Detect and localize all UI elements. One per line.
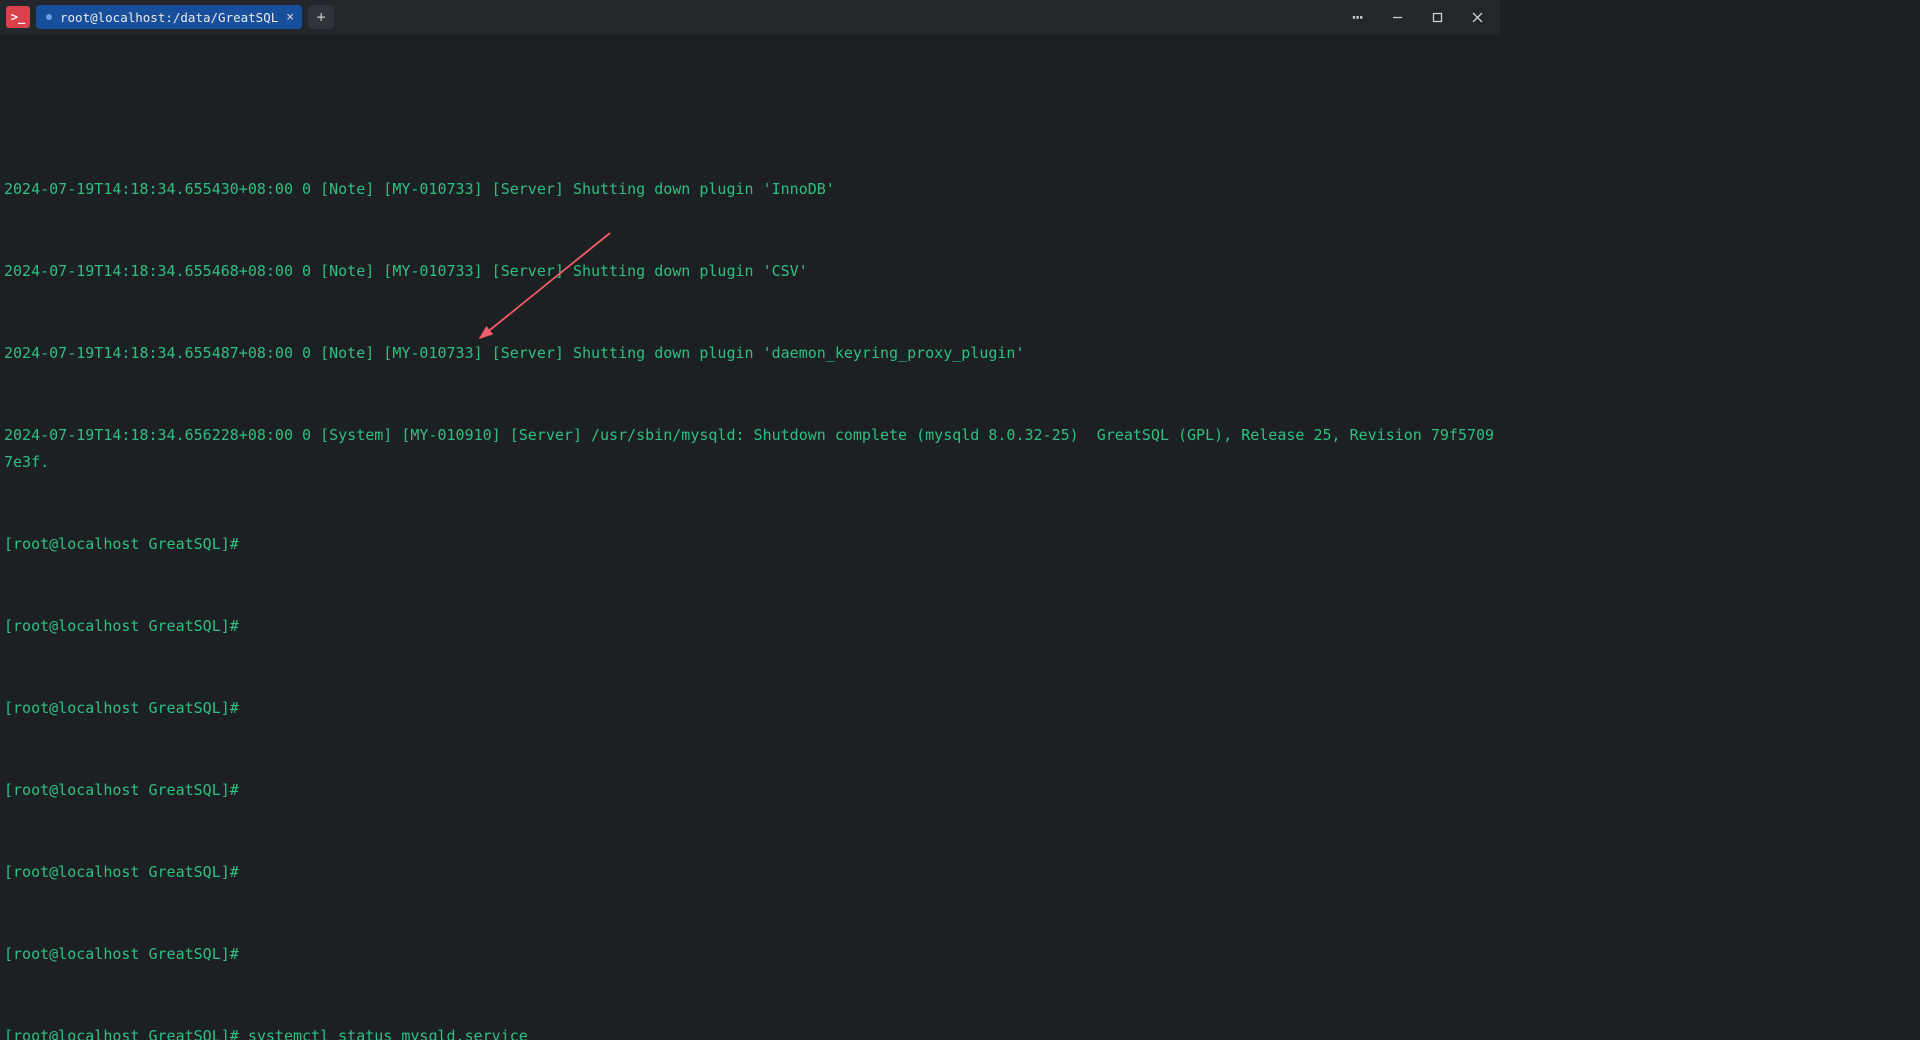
tab-title: root@localhost:/data/GreatSQL <box>60 10 278 25</box>
tab-close-icon[interactable]: × <box>286 10 294 25</box>
maximize-icon <box>1432 12 1443 23</box>
shell-prompt: [root@localhost GreatSQL]# <box>4 617 239 635</box>
shell-prompt: [root@localhost GreatSQL]# <box>4 863 239 881</box>
maximize-button[interactable] <box>1420 5 1454 29</box>
window-titlebar: >_ root@localhost:/data/GreatSQL × + ⋯ <box>0 0 1500 34</box>
close-button[interactable] <box>1460 5 1494 29</box>
minimize-icon <box>1392 12 1403 23</box>
terminal-viewport[interactable]: 2024-07-19T14:18:34.655430+08:00 0 [Note… <box>0 34 1500 1040</box>
log-line: 2024-07-19T14:18:34.655430+08:00 0 [Note… <box>4 180 835 198</box>
shell-command: systemctl status mysqld.service <box>239 1027 528 1040</box>
terminal-icon-glyph: >_ <box>11 10 25 24</box>
log-line: 2024-07-19T14:18:34.656228+08:00 0 [Syst… <box>4 426 1494 471</box>
log-line: 2024-07-19T14:18:34.655487+08:00 0 [Note… <box>4 344 1024 362</box>
tab-indicator-dot <box>46 14 52 20</box>
terminal-tab[interactable]: root@localhost:/data/GreatSQL × <box>36 5 302 29</box>
annotation-arrow <box>470 228 630 358</box>
minimize-button[interactable] <box>1380 5 1414 29</box>
shell-prompt: [root@localhost GreatSQL]# <box>4 699 239 717</box>
log-line: 2024-07-19T14:18:34.655468+08:00 0 [Note… <box>4 262 808 280</box>
shell-prompt: [root@localhost GreatSQL]# <box>4 945 239 963</box>
new-tab-button[interactable]: + <box>308 5 334 29</box>
shell-prompt: [root@localhost GreatSQL]# <box>4 781 239 799</box>
terminal-app-icon: >_ <box>6 6 30 28</box>
close-icon <box>1472 12 1483 23</box>
shell-prompt: [root@localhost GreatSQL]# <box>4 535 239 553</box>
menu-icon[interactable]: ⋯ <box>1340 5 1374 29</box>
shell-prompt: [root@localhost GreatSQL]# <box>4 1027 239 1040</box>
